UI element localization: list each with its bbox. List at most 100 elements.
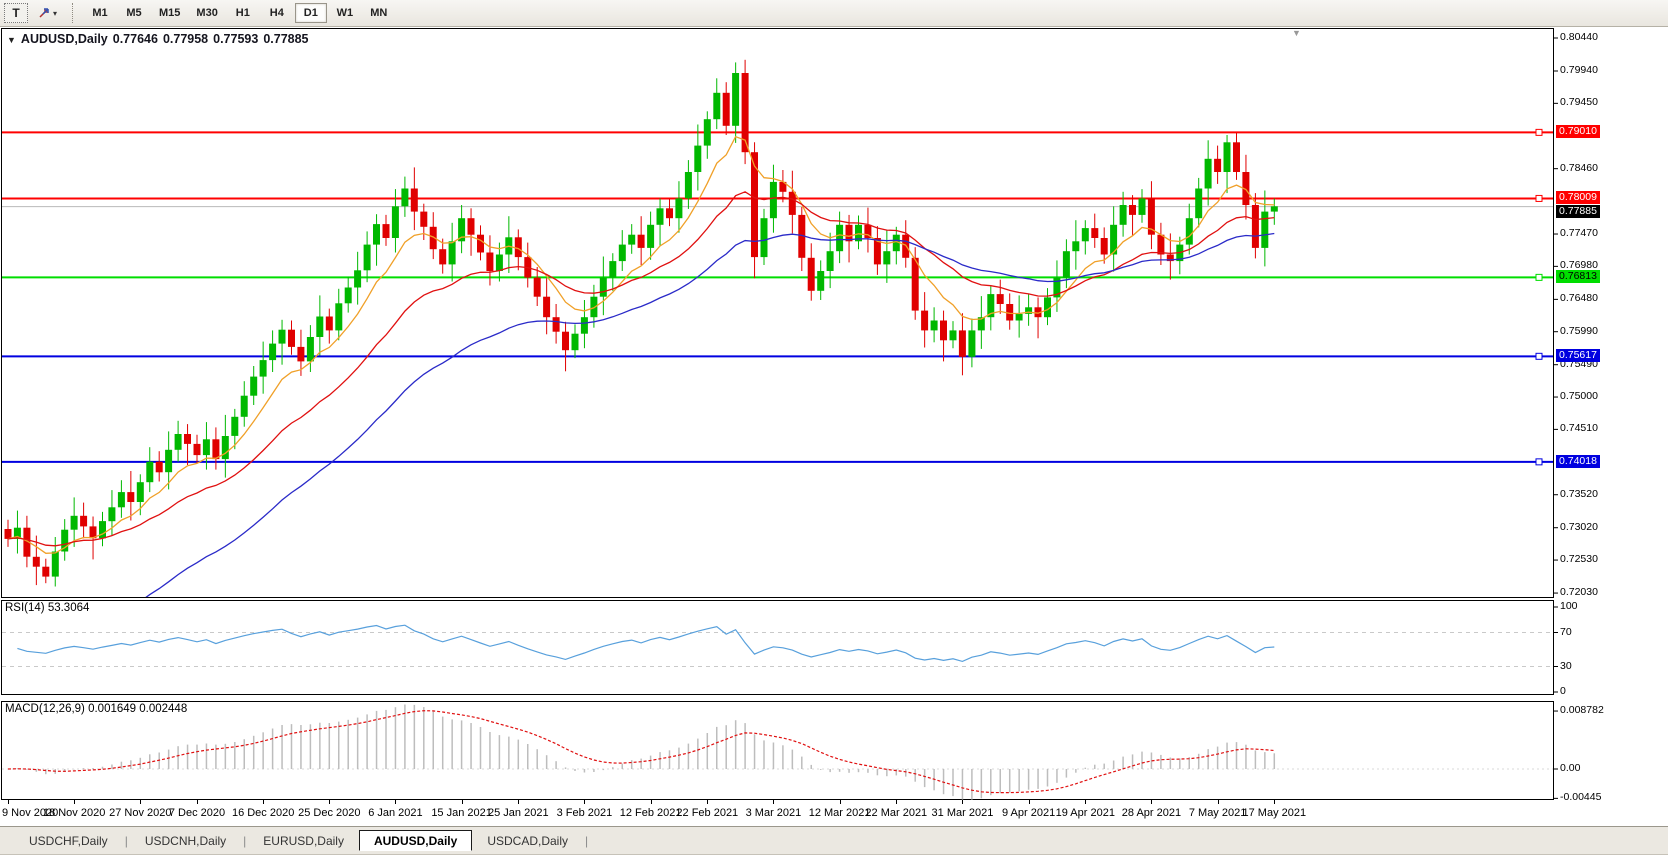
candle-body [836, 224, 844, 252]
price-axis-label: 0.77470 [1560, 227, 1598, 240]
candle-body [684, 172, 692, 199]
collapse-marker-icon[interactable]: ▼ [7, 35, 16, 45]
date-tick-label: 12 Feb 2021 [619, 807, 682, 819]
price-axis-label: 0.79940 [1560, 64, 1598, 76]
macd-axis-label: 0.00 [1560, 762, 1581, 774]
candle-body [769, 181, 777, 219]
candle-body [184, 434, 191, 444]
price-axis-label: 0.78460 [1560, 161, 1598, 174]
price-line-label[interactable]: 0.76813 [1556, 270, 1600, 284]
chart-shift-marker[interactable]: ▼ [1292, 28, 1301, 38]
candle-body [155, 461, 163, 473]
date-tick-label: 12 Mar 2021 [808, 807, 871, 819]
macd-indicator-panel[interactable]: MACD(12,26,9) 0.001649 0.002448 0.008782… [0, 701, 1668, 803]
rsi-axis-label: 100 [1560, 600, 1578, 612]
timeframe-button-h1[interactable]: H1 [227, 3, 259, 23]
candle-body [373, 224, 380, 245]
timeframe-button-mn[interactable]: MN [363, 3, 395, 23]
timeframe-button-m1[interactable]: M1 [84, 3, 116, 23]
line-handle [1535, 194, 1543, 202]
timeframe-button-d1[interactable]: D1 [294, 3, 327, 23]
chart-border [1, 28, 1554, 598]
candle-body [1015, 313, 1023, 321]
price-line-label[interactable]: 0.79010 [1556, 125, 1600, 139]
candle-body [288, 329, 295, 347]
low-value: 0.77593 [213, 32, 259, 46]
candle-body [278, 329, 286, 344]
line-handle [1535, 273, 1543, 281]
candle-body [306, 337, 314, 362]
chart-tab-bar: USDCHF,Daily | USDCNH,Daily | EURUSD,Daily AU… [0, 826, 1668, 855]
chart-tab-audusd[interactable]: AUDUSD,Daily [358, 830, 473, 851]
rsi-line [17, 624, 1275, 663]
price-line-label[interactable]: 0.78009 [1556, 191, 1600, 205]
candle-body [817, 271, 825, 291]
date-tick [896, 800, 898, 804]
candle-body [344, 287, 352, 304]
candle-body [911, 257, 919, 311]
candle-body [580, 317, 588, 334]
candle-body [1157, 234, 1165, 255]
date-tick-label: 22 Mar 2021 [865, 807, 928, 819]
price-line-label[interactable]: 0.74018 [1556, 454, 1600, 468]
candle-body [146, 461, 154, 483]
date-tick-label: 25 Dec 2020 [298, 807, 361, 819]
rsi-axis-label: 30 [1560, 659, 1572, 672]
timeframe-button-m30[interactable]: M30 [189, 3, 224, 23]
candle-body [382, 224, 390, 238]
candle-body [136, 482, 144, 502]
candle-body [51, 551, 59, 577]
candlestick-chart [1, 28, 1558, 598]
date-tick [1085, 800, 1087, 804]
rsi-indicator-panel[interactable]: RSI(14) 53.3064 100 70 30 0 [0, 600, 1668, 697]
candle-body [410, 188, 418, 212]
price-chart-panel[interactable]: ▼ AUDUSD,Daily 0.77646 0.77958 0.77593 0.7788… [0, 28, 1668, 598]
date-tick [74, 800, 76, 804]
candle-body [316, 316, 324, 337]
price-line-label[interactable]: 0.75617 [1556, 349, 1600, 363]
toolbar-grip[interactable] [72, 3, 76, 23]
candle-body [694, 145, 702, 172]
chart-tab-usdcnh[interactable]: USDCNH,Daily [130, 830, 241, 851]
candle-body [826, 251, 834, 271]
candle-body [448, 241, 456, 265]
candle-body [609, 261, 617, 278]
candle-body [174, 434, 182, 450]
price-axis-label: 0.73020 [1560, 520, 1598, 533]
timeframe-button-m15[interactable]: M15 [152, 3, 187, 23]
date-tick-label: 17 May 2021 [1242, 807, 1307, 819]
candle-body [618, 244, 626, 262]
timeframe-button-m5[interactable]: M5 [118, 3, 150, 23]
candle-body [543, 296, 551, 318]
candle-body [335, 303, 343, 331]
macd-label: MACD(12,26,9) 0.001649 0.002448 [5, 703, 188, 715]
line-handle [1535, 128, 1543, 136]
arrows-tool-button[interactable]: ▾ [32, 3, 62, 23]
chart-tab-eurusd[interactable]: EURUSD,Daily [248, 830, 359, 851]
date-tick-label: 3 Feb 2021 [556, 807, 613, 819]
chart-tab-usdcad[interactable]: USDCAD,Daily [472, 830, 583, 851]
main-toolbar: T ▾ M1 M5 M15 M30 H1 H4 D1 W1 MN [0, 0, 1668, 27]
timeframe-button-w1[interactable]: W1 [329, 3, 361, 23]
date-tick [962, 800, 964, 804]
chart-tab-usdchf[interactable]: USDCHF,Daily [14, 830, 123, 851]
dropdown-caret-icon: ▾ [53, 8, 58, 18]
candle-body [363, 244, 371, 271]
date-tick [329, 800, 331, 804]
candle-body [562, 331, 569, 351]
candle-body [1100, 238, 1108, 255]
price-axis-label: 0.75990 [1560, 324, 1598, 337]
candle-body [221, 436, 229, 460]
candle-body [42, 566, 50, 577]
date-tick [8, 800, 9, 804]
candle-body [269, 343, 277, 361]
price-axis-label: 0.76480 [1560, 292, 1598, 305]
date-axis[interactable]: 9 Nov 2020 18 Nov 2020 27 Nov 2020 7 Dec 20… [0, 800, 1668, 826]
candle-body [1270, 206, 1278, 212]
timeframe-button-h4[interactable]: H4 [261, 3, 293, 23]
text-label-tool-button[interactable]: T [4, 3, 28, 23]
arrows-icon [39, 8, 49, 18]
candle-body [949, 330, 957, 341]
candle-body [439, 249, 447, 265]
candle-body [968, 330, 976, 357]
